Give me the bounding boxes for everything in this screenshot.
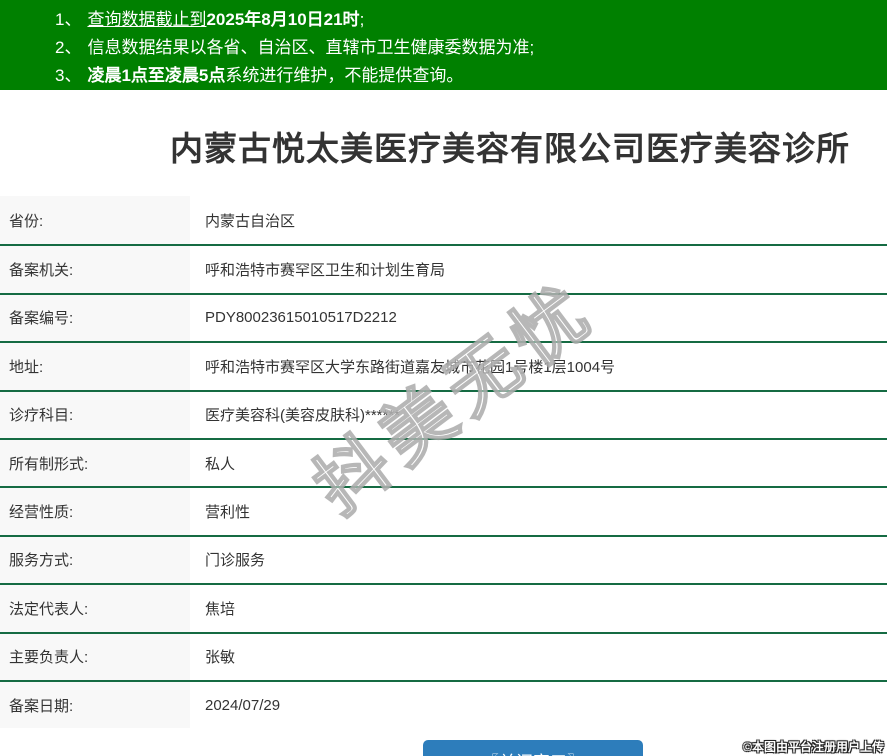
table-row: 主要负责人: 张敏: [0, 632, 887, 680]
row-value: 呼和浩特市赛罕区大学东路街道嘉友城市花园1号楼1层1004号: [190, 343, 887, 389]
table-row: 法定代表人: 焦培: [0, 583, 887, 631]
row-label: 备案日期:: [0, 682, 190, 728]
row-label: 服务方式:: [0, 537, 190, 583]
record-table: 省份: 内蒙古自治区 备案机关: 呼和浩特市赛罕区卫生和计划生育局 备案编号: …: [0, 196, 887, 728]
page: 1、查询数据截止到2025年8月10日21时; 2、信息数据结果以各省、自治区、…: [0, 0, 887, 756]
page-title: 内蒙古悦太美医疗美容有限公司医疗美容诊所: [0, 90, 887, 196]
row-value: 私人: [190, 440, 887, 486]
row-label: 省份:: [0, 196, 190, 244]
table-row: 备案编号: PDY80023615010517D2212: [0, 293, 887, 341]
row-value: 内蒙古自治区: [190, 196, 887, 244]
notice-text: 信息数据结果以各省、自治区、直辖市卫生健康委数据为准;: [87, 38, 534, 57]
notice-bold-text: 凌晨1点至凌晨5点: [87, 66, 225, 85]
notice-tail-text: 系统进行维护，不能提供查询。: [225, 66, 463, 85]
row-value: PDY80023615010517D2212: [190, 295, 887, 341]
row-label: 法定代表人:: [0, 585, 190, 631]
notice-number: 1、: [55, 10, 81, 29]
row-label: 诊疗科目:: [0, 392, 190, 438]
notice-tail-text: ;: [360, 10, 365, 29]
notice-underline-text: 查询数据截止到: [87, 10, 206, 29]
close-window-button[interactable]: 〖关闭窗口〗: [423, 740, 643, 756]
table-row: 诊疗科目: 医疗美容科(美容皮肤科)******: [0, 390, 887, 438]
table-row: 地址: 呼和浩特市赛罕区大学东路街道嘉友城市花园1号楼1层1004号: [0, 341, 887, 389]
notice-bold-text: 2025年8月10日21时: [206, 10, 359, 29]
row-label: 备案编号:: [0, 295, 190, 341]
table-row: 经营性质: 营利性: [0, 486, 887, 534]
notice-number: 2、: [55, 38, 81, 57]
row-label: 地址:: [0, 343, 190, 389]
row-label: 主要负责人:: [0, 634, 190, 680]
row-label: 所有制形式:: [0, 440, 190, 486]
row-value: 门诊服务: [190, 537, 887, 583]
row-value: 医疗美容科(美容皮肤科)******: [190, 392, 887, 438]
notice-line-3: 3、凌晨1点至凌晨5点系统进行维护，不能提供查询。: [55, 62, 887, 90]
row-value: 张敏: [190, 634, 887, 680]
table-row: 备案日期: 2024/07/29: [0, 680, 887, 728]
row-value: 2024/07/29: [190, 682, 887, 728]
table-row: 备案机关: 呼和浩特市赛罕区卫生和计划生育局: [0, 244, 887, 292]
row-label: 经营性质:: [0, 488, 190, 534]
content: 1、查询数据截止到2025年8月10日21时; 2、信息数据结果以各省、自治区、…: [0, 0, 887, 756]
notice-line-2: 2、信息数据结果以各省、自治区、直辖市卫生健康委数据为准;: [55, 34, 887, 62]
row-value: 营利性: [190, 488, 887, 534]
table-row: 所有制形式: 私人: [0, 438, 887, 486]
row-label: 备案机关:: [0, 246, 190, 292]
corner-watermark: ©本图由平台注册用户上传: [743, 738, 884, 755]
notice-line-1: 1、查询数据截止到2025年8月10日21时;: [55, 6, 887, 34]
table-row: 服务方式: 门诊服务: [0, 535, 887, 583]
notice-banner: 1、查询数据截止到2025年8月10日21时; 2、信息数据结果以各省、自治区、…: [0, 0, 887, 90]
notice-number: 3、: [55, 66, 81, 85]
row-value: 焦培: [190, 585, 887, 631]
row-value: 呼和浩特市赛罕区卫生和计划生育局: [190, 246, 887, 292]
table-row: 省份: 内蒙古自治区: [0, 196, 887, 244]
